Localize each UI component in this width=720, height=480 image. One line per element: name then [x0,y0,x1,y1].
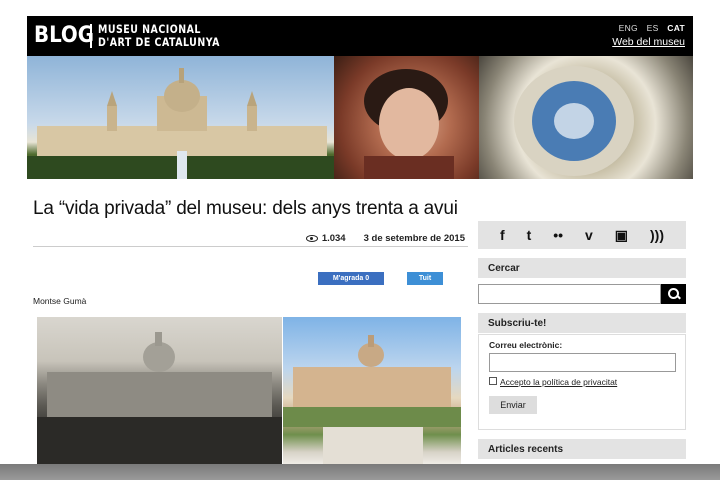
article-author[interactable]: Montse Gumà [33,296,86,306]
article-date: 3 de setembre de 2015 [363,233,465,244]
social-links: f t •• v ▣ ))) [478,221,686,249]
blog-page: BLOG MUSEU NACIONAL D'ART DE CATALUNYA E… [27,16,693,464]
lang-es[interactable]: ES [647,23,659,33]
banner-palace-photo [27,56,334,179]
museum-name[interactable]: MUSEU NACIONAL D'ART DE CATALUNYA [98,23,220,49]
views-value: 1.034 [321,233,346,244]
banner-portrait-painting [334,56,479,179]
privacy-policy-link[interactable]: Accepto la política de privacitat [500,377,617,387]
views-count: 1.034 [305,233,346,244]
dome-shapes [514,66,634,176]
article-title[interactable]: La “vida privada” del museu: dels anys t… [33,198,458,220]
subscribe-heading: Subscriu-te! [478,313,686,333]
eye-icon [305,234,318,242]
rss-icon[interactable]: ))) [650,227,664,243]
banner-dome-ceiling [479,56,693,179]
send-button[interactable]: Enviar [489,396,537,414]
privacy-checkbox[interactable] [489,377,497,385]
language-switcher: ENG ES CAT [613,23,685,33]
portrait-shapes [364,69,454,179]
lang-cat[interactable]: CAT [667,23,685,33]
facebook-like-button[interactable]: M'agrada 0 [318,272,384,285]
historic-palace-shapes [37,332,282,464]
current-museum-photo [283,317,461,464]
facebook-icon[interactable]: f [500,227,505,243]
vimeo-icon[interactable]: v [585,227,593,243]
museum-name-line2: D'ART DE CATALUNYA [98,35,220,49]
top-header: BLOG MUSEU NACIONAL D'ART DE CATALUNYA E… [27,16,693,56]
flickr-icon[interactable]: •• [553,227,563,243]
logo-divider [90,24,92,48]
historic-museum-photo [37,317,282,464]
twitter-icon[interactable]: t [527,227,532,243]
palace-silhouette [27,68,334,179]
current-palace-shapes [283,335,461,464]
tweet-button[interactable]: Tuit [407,272,443,285]
header-banner [27,56,693,179]
search-icon[interactable] [661,284,686,304]
email-label: Correu electrònic: [489,340,563,350]
recent-articles-heading: Articles recents [478,439,686,459]
lang-eng[interactable]: ENG [619,23,638,33]
page-bottom-shadow [0,464,720,480]
title-divider [33,246,468,247]
search-input[interactable] [478,284,661,304]
search-heading: Cercar [478,258,686,278]
email-field[interactable] [489,353,676,372]
blog-logo[interactable]: BLOG [34,23,94,49]
museum-web-link[interactable]: Web del museu [612,36,685,48]
blogger-icon[interactable]: ▣ [615,227,628,244]
article-meta: 1.034 3 de setembre de 2015 [305,233,465,244]
